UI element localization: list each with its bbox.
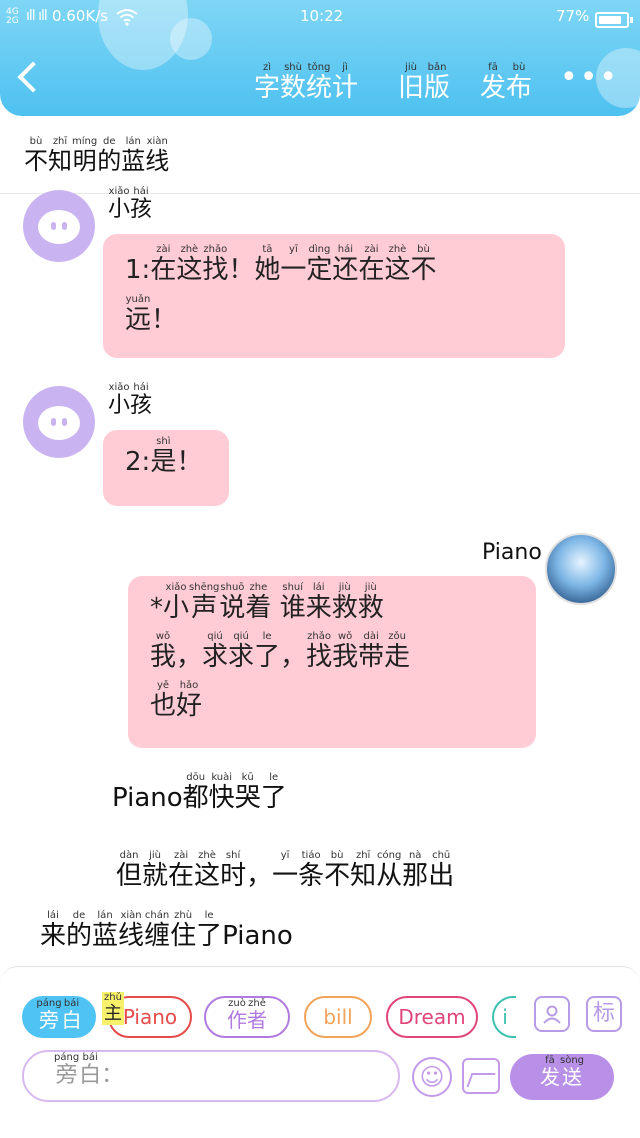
- network-type: 4G 2G: [6, 7, 19, 26]
- role-chip-author[interactable]: 作zuò者zhě: [204, 996, 290, 1038]
- more-menu-button[interactable]: •••: [560, 60, 619, 95]
- old-version-button[interactable]: 旧jiù版bǎn: [398, 62, 450, 104]
- avatar[interactable]: [545, 533, 617, 605]
- avatar[interactable]: [23, 190, 95, 262]
- screen: 4G 2G ıll ıll 0.60K/s 10:22 77% 字zì数shù统…: [0, 0, 640, 1138]
- role-chip-bill[interactable]: bill: [304, 996, 372, 1038]
- message-input[interactable]: 旁páng白bái：: [22, 1050, 400, 1102]
- battery-icon: [595, 12, 633, 28]
- emoji-icon[interactable]: ☺: [412, 1057, 452, 1097]
- person-icon[interactable]: [534, 996, 570, 1032]
- sender-name: 小xiǎo孩hái: [108, 382, 153, 418]
- signal-icon: ıll ıll: [26, 8, 48, 24]
- tag-button[interactable]: 标: [586, 996, 622, 1032]
- header-bar: 4G 2G ıll ıll 0.60K/s 10:22 77% 字zì数shù统…: [0, 0, 640, 116]
- publish-button[interactable]: 发fā布bù: [480, 62, 532, 104]
- sender-name: 小xiǎo孩hái: [108, 186, 153, 222]
- sender-name: Piano: [482, 540, 542, 565]
- message-bubble[interactable]: *小xiǎo声shēng说shuō着zhe 谁shuí来lái救jiù救jiù 我…: [128, 576, 536, 748]
- main-character-tag: 主zhǔ: [102, 992, 124, 1025]
- battery-percent: 77%: [556, 7, 590, 25]
- narration-text: 但dàn就jiù在zài这zhè时shí，一yī条tiáo不bù知zhī从cón…: [40, 850, 455, 951]
- wifi-icon: [116, 8, 138, 30]
- chat-face-icon: [38, 406, 80, 440]
- avatar[interactable]: [23, 386, 95, 458]
- story-title: 不bù知zhī明míng的de蓝lán线xiàn: [24, 136, 170, 175]
- send-button[interactable]: 发fā送sòng: [510, 1054, 614, 1100]
- narrator-role-chip[interactable]: 旁páng白bái: [22, 996, 96, 1038]
- network-speed: 0.60K/s: [52, 7, 109, 25]
- message-bubble[interactable]: 1:在zài这zhè找zhǎo！她tā一yī定dìng还hái在zài这zhè不…: [103, 234, 565, 358]
- clock: 10:22: [300, 7, 344, 25]
- narration-text: Piano都dōu快kuài哭kū了le: [112, 772, 287, 813]
- message-bubble[interactable]: 2:是shì！: [103, 430, 229, 506]
- role-chip-dream[interactable]: Dream: [386, 996, 478, 1038]
- word-count-button[interactable]: 字zì数shù统tǒng计jì: [254, 62, 358, 104]
- status-bar: 4G 2G ıll ıll 0.60K/s 10:22 77%: [0, 6, 640, 30]
- back-button[interactable]: [17, 61, 49, 93]
- image-icon[interactable]: [462, 1058, 500, 1094]
- chat-face-icon: [38, 210, 80, 244]
